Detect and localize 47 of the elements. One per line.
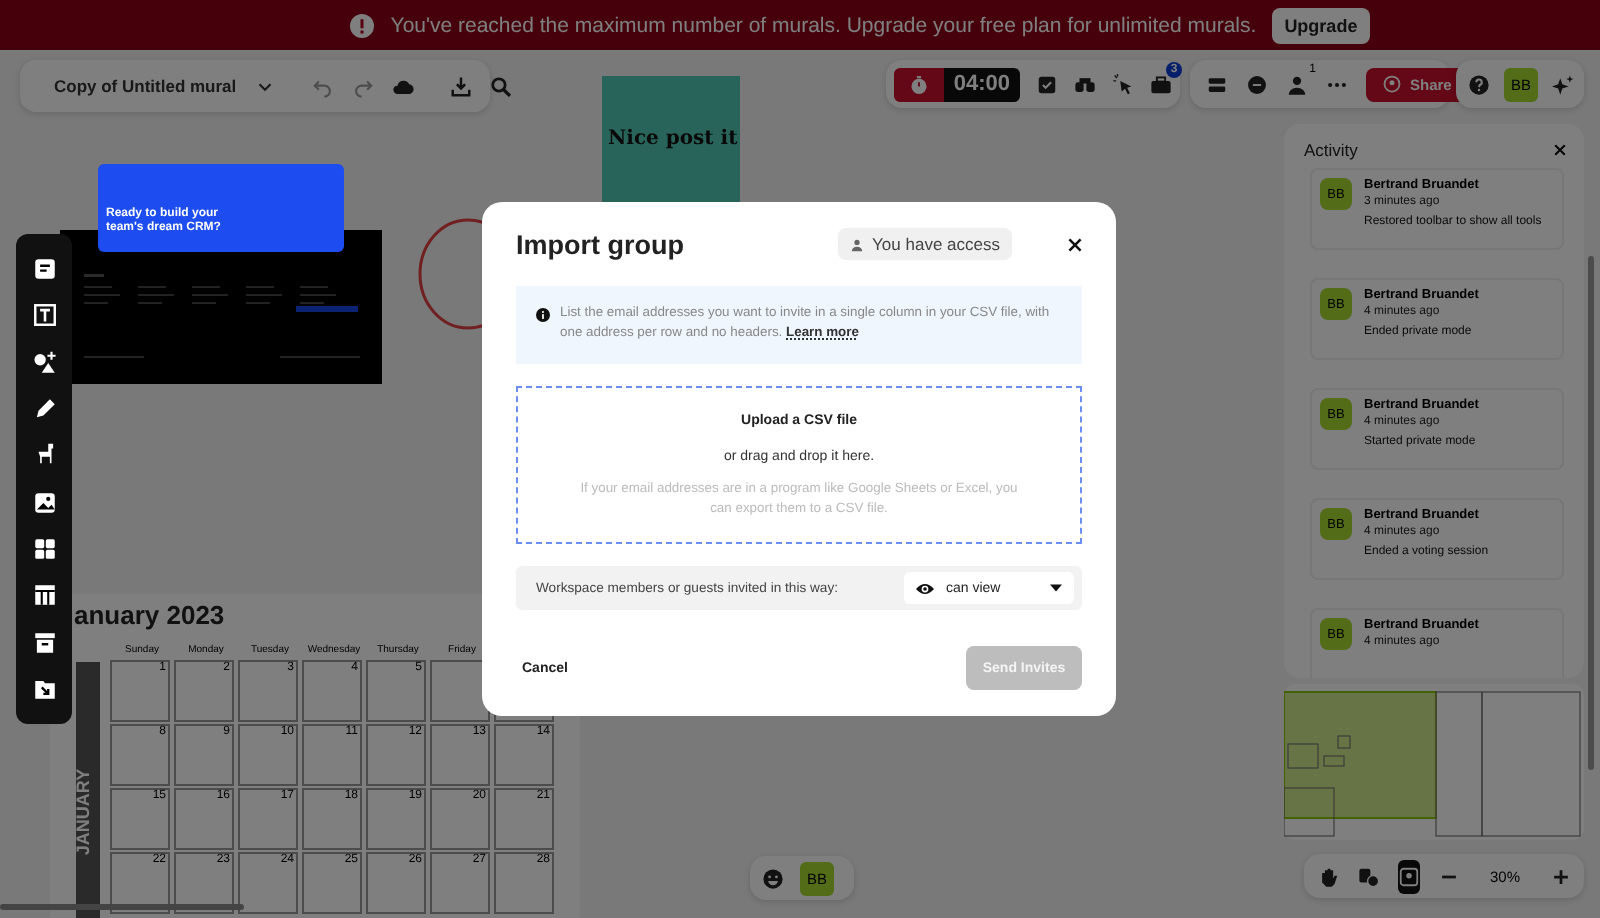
- checkbox-icon[interactable]: [1036, 73, 1058, 95]
- image-icon[interactable]: [31, 489, 57, 516]
- text-icon[interactable]: [31, 302, 57, 329]
- person-icon[interactable]: [1286, 73, 1308, 95]
- mural-title[interactable]: Copy of Untitled mural: [54, 76, 237, 96]
- stopwatch-icon: [907, 73, 930, 95]
- banner-message: You've reached the maximum number of murals. Upgrade your free plan for unlimited murals.: [390, 13, 1257, 37]
- help-icon[interactable]: [1468, 73, 1490, 95]
- gesture-icon[interactable]: [1358, 865, 1380, 887]
- alert-icon: [350, 13, 375, 37]
- layout-icon[interactable]: [1206, 73, 1228, 95]
- binoculars-icon[interactable]: [1074, 73, 1096, 95]
- close-icon[interactable]: [1068, 237, 1082, 251]
- shapes-icon[interactable]: [31, 349, 57, 376]
- caret-icon: [1050, 584, 1062, 592]
- person-circle-icon: [1382, 74, 1402, 94]
- archive-icon[interactable]: [31, 629, 57, 656]
- timer-value: 04:00: [943, 67, 1020, 101]
- search-icon[interactable]: [490, 75, 513, 97]
- smiley-icon[interactable]: [762, 867, 784, 889]
- locate-button[interactable]: [1398, 859, 1420, 893]
- templates-icon[interactable]: [31, 535, 57, 562]
- import-icon[interactable]: [31, 675, 57, 702]
- chat-icon[interactable]: [1246, 73, 1268, 95]
- scrollbar[interactable]: [1588, 256, 1594, 770]
- timer[interactable]: 04:00: [894, 67, 1020, 101]
- download-icon[interactable]: [450, 75, 473, 97]
- month-label: JANUARY: [73, 768, 94, 856]
- access-badge: You have access: [838, 228, 1012, 260]
- info-icon: [536, 308, 550, 322]
- zoom-in-icon[interactable]: [1550, 865, 1573, 887]
- cloud-icon[interactable]: [392, 75, 415, 97]
- table-icon[interactable]: [31, 582, 57, 609]
- sticky-note-text: Nice post it: [608, 128, 738, 150]
- activity-title: Activity: [1304, 140, 1358, 160]
- calendar-title: anuary 2023: [74, 600, 225, 630]
- eye-icon: [916, 581, 934, 595]
- scrollbar[interactable]: [0, 904, 244, 910]
- pencil-icon[interactable]: [31, 396, 57, 423]
- circle-drawing: [416, 216, 482, 332]
- cursor-icon[interactable]: [1112, 73, 1134, 95]
- toolbox-icon[interactable]: [1150, 73, 1172, 95]
- sparkle-icon[interactable]: [1552, 73, 1574, 95]
- dialog-title: Import group: [516, 229, 686, 259]
- upgrade-button[interactable]: Upgrade: [1272, 7, 1370, 43]
- sticky-note-icon[interactable]: [31, 256, 57, 283]
- hand-icon[interactable]: [1318, 865, 1340, 887]
